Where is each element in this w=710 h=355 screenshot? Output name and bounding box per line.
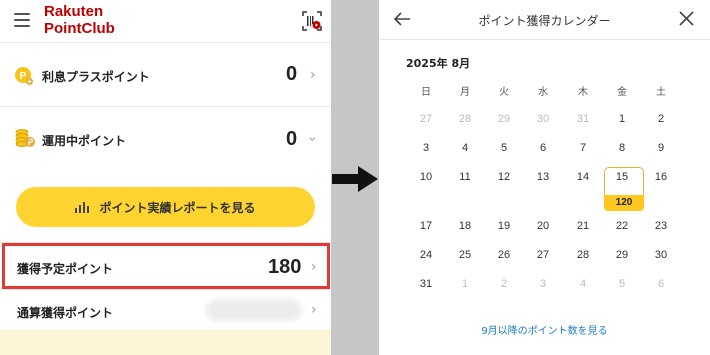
calendar-header: ポイント獲得カレンダー (379, 0, 710, 40)
calendar-day[interactable]: 6 (641, 278, 681, 290)
weekday-label: 金 (617, 87, 627, 98)
menu-icon[interactable] (14, 13, 30, 27)
brand-logo: Rakuten PointClub (44, 3, 115, 38)
calendar-day[interactable]: 7 (563, 142, 603, 154)
calendar-day[interactable]: 4 (563, 278, 603, 290)
calendar-day[interactable]: 16 (641, 171, 681, 183)
barcode-scan-icon[interactable] (302, 11, 322, 31)
row-label: 運用中ポイント (42, 134, 127, 148)
calendar-day[interactable]: 28 (563, 249, 603, 261)
app-header: Rakuten PointClub (0, 0, 331, 43)
brand-line-1: Rakuten (44, 3, 104, 20)
calendar-week-row: 10 11 12 13 14 15 16 (406, 171, 706, 200)
calendar-day[interactable]: 2 (484, 278, 524, 290)
calendar-day[interactable]: 14 (563, 171, 603, 183)
calendar-day[interactable]: 1 (602, 113, 642, 125)
calendar-day[interactable]: 24 (406, 249, 446, 261)
divider (331, 0, 379, 355)
pointclub-panel: Rakuten PointClub P 利息プラスポイント 0 › 運用中ポイン… (0, 0, 331, 355)
calendar-day[interactable]: 2 (641, 113, 681, 125)
bottom-banner (0, 330, 331, 355)
highlight-box (2, 243, 330, 289)
calendar-day[interactable]: 31 (563, 113, 603, 125)
weekday-label: 水 (538, 87, 548, 98)
calendar-day[interactable]: 30 (523, 113, 563, 125)
weekday-label: 木 (578, 87, 588, 98)
future-points-link[interactable]: 9月以降のポイント数を見る (379, 322, 710, 337)
calendar-day[interactable]: 4 (445, 142, 485, 154)
calendar-week-row: 24 25 26 27 28 29 30 (406, 249, 706, 278)
calendar-day[interactable]: 27 (406, 113, 446, 125)
calendar-day[interactable]: 18 (445, 220, 485, 232)
calendar-panel: ポイント獲得カレンダー 2025年 8月 1 20 日 月 火 水 木 金 土 2… (379, 0, 710, 355)
calendar-day[interactable]: 31 (406, 278, 446, 290)
chevron-down-icon: › (303, 136, 320, 142)
calendar-day[interactable]: 15 (602, 171, 642, 183)
calendar-day[interactable]: 29 (484, 113, 524, 125)
report-button-label: ポイント実績レポートを見る (99, 200, 256, 215)
calendar-day[interactable]: 3 (406, 142, 446, 154)
row-value: 0 (286, 63, 298, 85)
calendar-day[interactable]: 8 (602, 142, 642, 154)
calendar-day[interactable]: 5 (602, 278, 642, 290)
calendar-day[interactable]: 12 (484, 171, 524, 183)
bar-chart-icon (75, 201, 91, 213)
calendar-day[interactable]: 20 (523, 220, 563, 232)
weekday-label: 日 (421, 87, 431, 98)
chevron-right-icon: › (311, 302, 317, 318)
row-value: 0 (286, 128, 298, 150)
calendar-day[interactable]: 27 (523, 249, 563, 261)
calendar-day[interactable]: 9 (641, 142, 681, 154)
calendar-day[interactable]: 6 (523, 142, 563, 154)
calendar-day[interactable]: 17 (406, 220, 446, 232)
calendar-week-row: 31 1 2 3 4 5 6 (406, 278, 706, 307)
calendar-day[interactable]: 3 (523, 278, 563, 290)
calendar-day[interactable]: 23 (641, 220, 681, 232)
calendar-day[interactable]: 30 (641, 249, 681, 261)
calendar-week-row: 3456789 (406, 142, 706, 171)
weekday-label: 土 (656, 87, 666, 98)
invested-points-row[interactable]: 運用中ポイント 0 › (0, 107, 331, 171)
weekday-row: 日 月 火 水 木 金 土 (406, 83, 706, 112)
row-label: 利息プラスポイント (42, 70, 150, 84)
coin-stack-icon (15, 129, 35, 147)
row-label: 通算獲得ポイント (17, 306, 114, 320)
weekday-label: 火 (499, 87, 509, 98)
calendar-day[interactable]: 1 (445, 278, 485, 290)
arrow-right-icon (332, 166, 378, 192)
calendar-day[interactable]: 11 (445, 171, 485, 183)
point-coin-icon: P (15, 67, 33, 85)
calendar-day[interactable]: 21 (563, 220, 603, 232)
calendar-day[interactable]: 22 (602, 220, 642, 232)
interest-plus-row[interactable]: P 利息プラスポイント 0 › (0, 43, 331, 107)
weekday-label: 月 (460, 87, 470, 98)
month-label: 2025年 8月 (406, 57, 471, 70)
calendar-grid: 日 月 火 水 木 金 土 27 28 29 30 31 1 2 3 4 5 6 7 8 9 10 11 12 1… (406, 83, 706, 290)
calendar-day[interactable]: 28 (445, 113, 485, 125)
close-icon[interactable] (679, 11, 694, 26)
calendar-week-row: 27 28 29 30 31 1 2 (406, 113, 706, 142)
brand-line-2: PointClub (44, 20, 115, 37)
svg-text:P: P (20, 71, 27, 82)
calendar-day[interactable]: 19 (484, 220, 524, 232)
calendar-day[interactable]: 29 (602, 249, 642, 261)
calendar-week-row: 17 18 19 20 21 22 23 (406, 220, 706, 249)
calendar-title: ポイント獲得カレンダー (478, 14, 611, 28)
chevron-right-icon: › (310, 67, 316, 83)
calendar-day[interactable]: 13 (523, 171, 563, 183)
calendar-day[interactable]: 5 (484, 142, 524, 154)
calendar-day[interactable]: 10 (406, 171, 446, 183)
calendar-day[interactable]: 26 (484, 249, 524, 261)
redacted-value (206, 299, 302, 321)
points-report-button[interactable]: ポイント実績レポートを見る (16, 187, 315, 227)
calendar-day[interactable]: 25 (445, 249, 485, 261)
